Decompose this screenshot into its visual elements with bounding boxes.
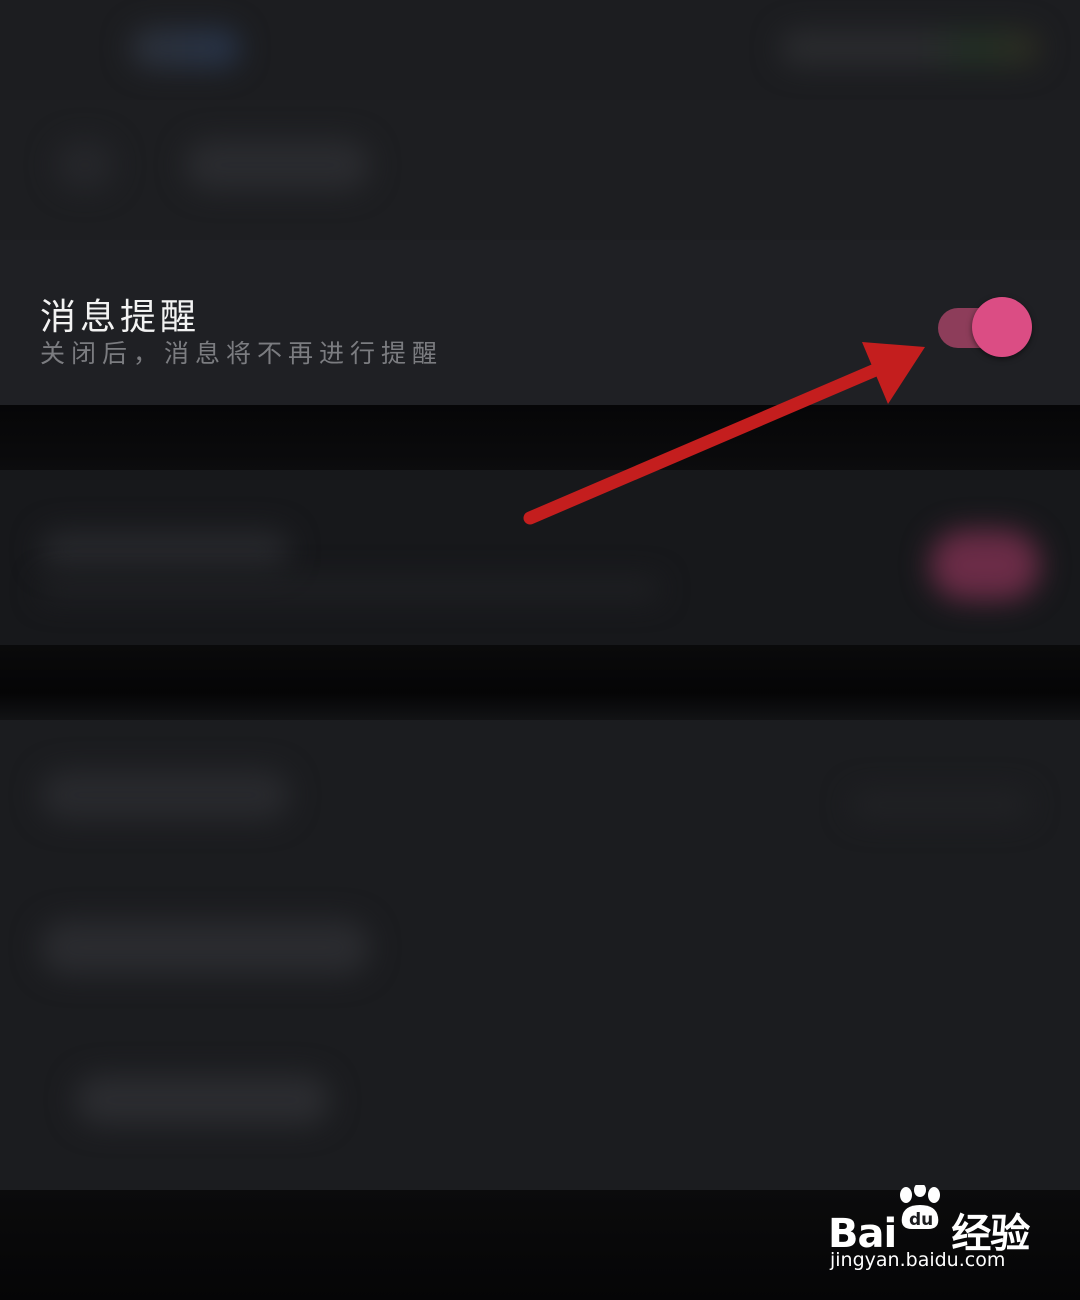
message-reminder-toggle[interactable] bbox=[936, 297, 1036, 359]
svg-text:du: du bbox=[909, 1210, 933, 1230]
setting-label-blurred bbox=[40, 530, 290, 570]
paw-logo-icon: du bbox=[900, 1185, 940, 1230]
toggle-thumb bbox=[972, 297, 1032, 357]
status-bar-left-blurred bbox=[130, 28, 240, 68]
list-item-blurred[interactable] bbox=[40, 770, 290, 820]
setting-description-blurred bbox=[40, 578, 660, 600]
settings-screen: 消息提醒 关闭后，消息将不再进行提醒 Baidu经验 du jingyan.ba… bbox=[0, 0, 1080, 1300]
list-item-blurred[interactable] bbox=[40, 920, 370, 975]
list-item-blurred[interactable] bbox=[75, 1075, 330, 1125]
baidu-jingyan-watermark: Baidu经验 du jingyan.baidu.com bbox=[828, 1185, 1030, 1280]
page-title-blurred bbox=[185, 140, 370, 190]
status-bar-right-blurred bbox=[780, 30, 1040, 66]
message-reminder-description: 关闭后，消息将不再进行提醒 bbox=[40, 339, 444, 368]
watermark-url: jingyan.baidu.com bbox=[830, 1249, 1006, 1271]
app-header bbox=[0, 100, 1080, 240]
toggle-blurred[interactable] bbox=[930, 530, 1040, 600]
message-reminder-title: 消息提醒 bbox=[40, 297, 201, 338]
section-divider bbox=[0, 645, 1080, 725]
list-item-value-blurred bbox=[850, 790, 1030, 820]
back-button-blurred[interactable] bbox=[55, 140, 115, 190]
